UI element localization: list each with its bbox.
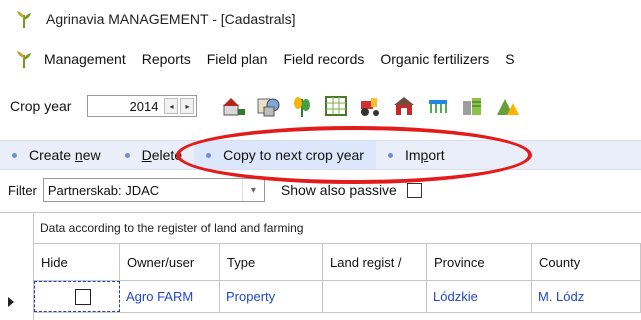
column-header-hide[interactable]: Hide [34,244,120,280]
menu-organic-fertilizers[interactable]: Organic fertilizers [380,51,489,67]
land-register-cell[interactable] [323,281,427,312]
copy-to-next-crop-year-button[interactable]: Copy to next crop year [194,141,376,169]
crop-year-input[interactable]: 2014 ◂ ▸ [87,95,198,117]
show-passive-checkbox[interactable] [406,182,422,198]
menu-s-truncated[interactable]: S [505,51,514,67]
agrinavia-menu-icon[interactable] [14,49,34,69]
window-title: Agrinavia MANAGEMENT - [Cadastrals] [46,11,296,27]
chevron-down-icon[interactable]: ▾ [241,179,264,201]
toolbar: Crop year 2014 ◂ ▸ [0,88,641,124]
column-header-owner-user[interactable]: Owner/user [120,244,220,280]
menu-field-records[interactable]: Field records [283,51,364,67]
hide-cell[interactable] [34,281,120,312]
cadastral-grid: Data according to the register of land a… [0,212,641,320]
maps-icon[interactable] [255,93,281,119]
current-row-indicator-icon [8,297,14,307]
menu-bar: Management Reports Field plan Field reco… [0,44,641,74]
grain-storage-icon[interactable] [459,93,485,119]
bullet-icon [12,152,17,158]
show-passive-label: Show also passive [280,182,397,198]
bullet-icon [206,152,212,158]
delete-label: Delete [141,147,183,163]
field-crop-icon[interactable] [493,93,520,119]
column-header-county[interactable]: County [532,244,641,280]
filter-dropdown[interactable]: Partnerskab: JDAC ▾ [42,178,265,202]
tractor-icon[interactable] [357,93,383,119]
row-header-column [0,213,34,320]
year-decrement-button[interactable]: ◂ [164,98,179,114]
table-row[interactable]: Agro FARM Property Lódzkie M. Lódz [34,281,641,313]
crop-plant-icon[interactable] [289,93,315,119]
column-header-land-register[interactable]: Land regist / [323,244,427,280]
menu-field-plan[interactable]: Field plan [207,51,268,67]
bullet-icon [124,152,130,158]
county-cell[interactable]: M. Lódz [532,281,641,312]
owner-user-cell[interactable]: Agro FARM [120,281,220,312]
year-increment-button[interactable]: ▸ [180,98,195,114]
farm-house-icon[interactable] [221,93,247,119]
hide-checkbox[interactable] [75,288,91,305]
menu-management[interactable]: Management [44,51,126,67]
filter-selected-value: Partnerskab: JDAC [47,182,160,198]
menu-reports[interactable]: Reports [142,51,191,67]
crop-year-label: Crop year [10,98,72,114]
grid-header-row: Hide Owner/user Type Land regist / Provi… [34,243,641,281]
create-new-label: Create new [29,147,101,163]
column-header-province[interactable]: Province [427,244,532,280]
barn-icon[interactable] [391,93,417,119]
crop-year-value[interactable]: 2014 [130,99,159,114]
province-cell[interactable]: Lódzkie [427,281,532,312]
copy-to-next-crop-year-label: Copy to next crop year [223,147,364,163]
grid-caption: Data according to the register of land a… [40,221,304,235]
bullet-icon [387,152,393,158]
filter-bar: Filter Partnerskab: JDAC ▾ Show also pas… [0,177,641,203]
sprayer-icon[interactable] [425,93,451,119]
create-new-button[interactable]: Create new [0,141,113,169]
filter-label: Filter [8,182,37,198]
title-bar: Agrinavia MANAGEMENT - [Cadastrals] [0,0,641,38]
action-bar: Create new Delete Copy to next crop year… [0,140,641,170]
agrinavia-logo-icon [14,9,34,29]
import-button[interactable]: Import [376,141,457,169]
import-label: Import [404,147,445,163]
calendar-grid-icon[interactable] [323,93,349,119]
column-header-type[interactable]: Type [220,244,323,280]
type-cell[interactable]: Property [220,281,323,312]
delete-button[interactable]: Delete [113,141,194,169]
